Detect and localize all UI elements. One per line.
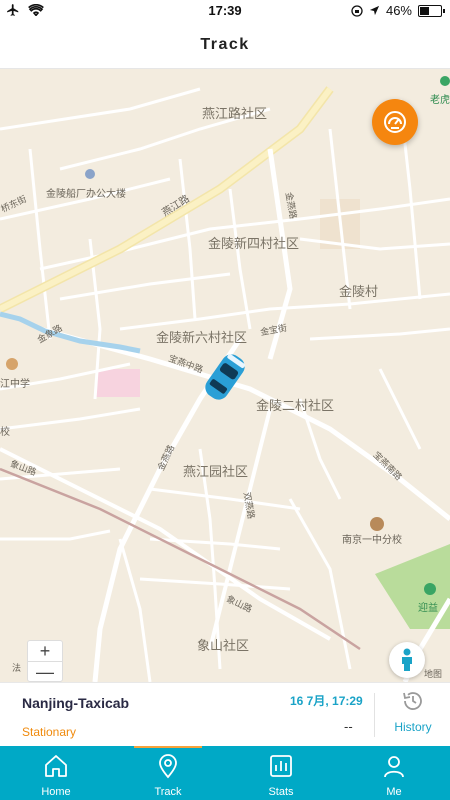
map-label-jinling-new6: 金陵新六村社区 [156,330,248,345]
map-label-xiangshan-community: 象山社区 [197,638,250,653]
battery-percent: 46% [385,3,412,18]
river [0,311,141,354]
history-label: History [394,720,432,734]
speedometer-button[interactable] [372,99,418,145]
poi-marker-yingyi [424,583,436,595]
tab-me[interactable]: Me [338,746,450,800]
map-label-xiao: 校 [0,427,10,438]
map-label-jinling-new4: 金陵新四村社区 [208,236,300,251]
vehicle-status: Stationary [22,725,77,739]
page-title: Track [200,36,250,53]
tab-stats[interactable]: Stats [225,746,337,800]
tab-me-label: Me [386,786,402,798]
lock-rotation-icon [351,4,363,17]
map-label-yingyi: 迎益 [418,603,438,614]
status-bar: 17:39 46% [0,0,450,22]
vehicle-timestamp: 16 7月, 17:29 [290,694,363,708]
map-roads [0,76,450,682]
history-icon [403,692,422,710]
stats-icon [270,755,292,777]
speedometer-icon [384,111,406,133]
tab-home-label: Home [41,786,71,798]
home-icon [45,755,67,777]
map-label-laohu: 老虎 [430,95,450,106]
panel-divider [374,693,375,737]
zoom-out-button[interactable]: — [28,662,62,682]
user-icon [384,756,404,778]
vehicle-info-panel: Nanjing-Taxicab Stationary 16 7月, 17:29 … [0,682,450,747]
location-pin-icon [159,754,177,779]
history-button[interactable]: History [383,689,443,743]
map-label-fa: 法 [12,663,22,673]
map-label-nanjing-no1-branch: 南京一中分校 [342,535,402,546]
map-block-pink [96,369,140,397]
map-view[interactable]: 燕江路社区 金陵船厂办公大楼 燕江路 金陵新四村社区 金陵村 金陵新六村社区 金… [0,69,450,682]
map-label-jinlingcun: 金陵村 [339,284,379,299]
poi-marker-shipyard [85,169,95,179]
tab-home[interactable]: Home [0,746,112,800]
poi-marker-school [6,358,18,370]
railway-line [0,467,361,651]
battery-icon [418,4,445,17]
street-view-button[interactable] [389,642,425,678]
person-icon [402,648,412,671]
tab-stats-label: Stats [268,786,294,798]
map-label-yanjianglu-community: 燕江路社区 [202,106,268,121]
location-arrow-icon [369,5,380,16]
tab-track-label: Track [154,786,182,798]
app-header: Track [0,22,450,69]
bottom-tab-bar: Home Track Stats Me [0,746,450,800]
map-label-jinling-er: 金陵二村社区 [256,398,335,413]
map-label-baidu: 地图 [424,669,443,679]
zoom-controls: + — [27,640,63,682]
poi-marker-school2 [370,517,384,531]
poi-marker-park [440,76,450,86]
status-right: 46% [351,3,445,18]
map-label-jiangzhong: 江中学 [0,379,30,390]
map-label-shipyard: 金陵船厂办公大楼 [46,189,126,200]
vehicle-name: Nanjing-Taxicab [22,695,130,711]
zoom-in-button[interactable]: + [28,641,62,661]
vehicle-speed: -- [344,719,353,734]
tab-track[interactable]: Track [112,746,224,800]
map-label-yanjiangyuan: 燕江园社区 [183,464,249,479]
